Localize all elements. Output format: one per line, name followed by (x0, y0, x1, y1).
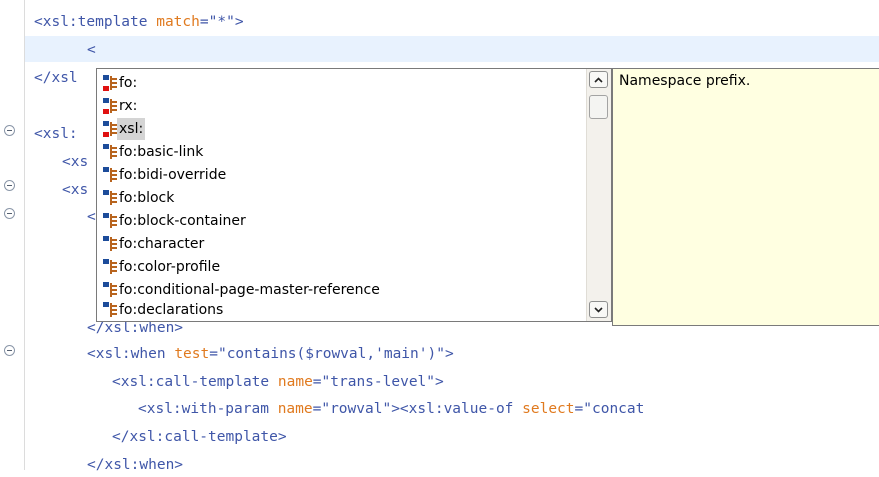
code-line[interactable]: <xsl:call-template name="trans-level"> (112, 372, 444, 394)
proposal-label: rx: (119, 98, 138, 114)
proposal-label: fo:block (119, 190, 175, 206)
code-line[interactable]: <xs (62, 152, 88, 174)
content-assist-popup[interactable]: fo: rx: xsl: fo:basic-link fo:bidi-overr… (96, 68, 612, 322)
proposal-label: fo:declarations (119, 302, 224, 318)
code-line[interactable]: < (87, 207, 96, 229)
proposal-label: fo:character (119, 236, 205, 252)
fold-collapse-icon[interactable] (4, 180, 15, 191)
element-icon (103, 213, 117, 229)
fold-collapse-icon[interactable] (4, 125, 15, 136)
proposal-label: fo:block-container (119, 213, 246, 229)
current-line-highlight (25, 36, 879, 62)
element-icon (103, 302, 117, 318)
element-icon (103, 259, 117, 275)
element-icon (103, 190, 117, 206)
element-icon (103, 236, 117, 252)
code-line[interactable]: <xsl:with-param name="rowval"><xsl:value… (138, 399, 644, 421)
chevron-up-icon (594, 76, 603, 83)
namespace-prefix-icon (103, 121, 117, 137)
chevron-down-icon (594, 306, 603, 313)
proposal-label: fo:bidi-override (119, 167, 227, 183)
scroll-thumb[interactable] (589, 95, 608, 119)
code-line[interactable]: <xs (62, 180, 88, 202)
namespace-prefix-icon (103, 98, 117, 114)
namespace-prefix-icon (103, 75, 117, 91)
proposal-label: fo:color-profile (119, 259, 221, 275)
fold-collapse-icon[interactable] (4, 208, 15, 219)
code-line[interactable]: <xsl:when test="contains($rowval,'main')… (87, 344, 454, 366)
scroll-down-button[interactable] (589, 301, 608, 318)
element-icon (103, 167, 117, 183)
code-line[interactable]: </xsl:call-template> (112, 427, 287, 449)
tooltip-text: Namespace prefix. (619, 73, 751, 89)
code-line[interactable]: <xsl:template match="*"> (34, 12, 244, 34)
documentation-tooltip: Namespace prefix. (612, 68, 879, 326)
element-icon (103, 282, 117, 298)
proposal-label: fo: (119, 75, 138, 91)
proposal-label: fo:basic-link (119, 144, 204, 160)
element-icon (103, 144, 117, 160)
code-line[interactable]: <xsl: (34, 124, 78, 146)
scroll-up-button[interactable] (589, 71, 608, 88)
proposal-label: fo:conditional-page-master-reference (119, 282, 380, 298)
gutter-divider (24, 0, 25, 470)
code-line[interactable]: </xsl:when> (87, 455, 183, 477)
code-line[interactable]: < (87, 40, 96, 62)
code-line[interactable]: </xsl (34, 68, 78, 90)
proposal-scrollbar[interactable] (586, 69, 611, 321)
fold-collapse-icon[interactable] (4, 345, 15, 356)
proposal-label: xsl: (117, 118, 146, 140)
